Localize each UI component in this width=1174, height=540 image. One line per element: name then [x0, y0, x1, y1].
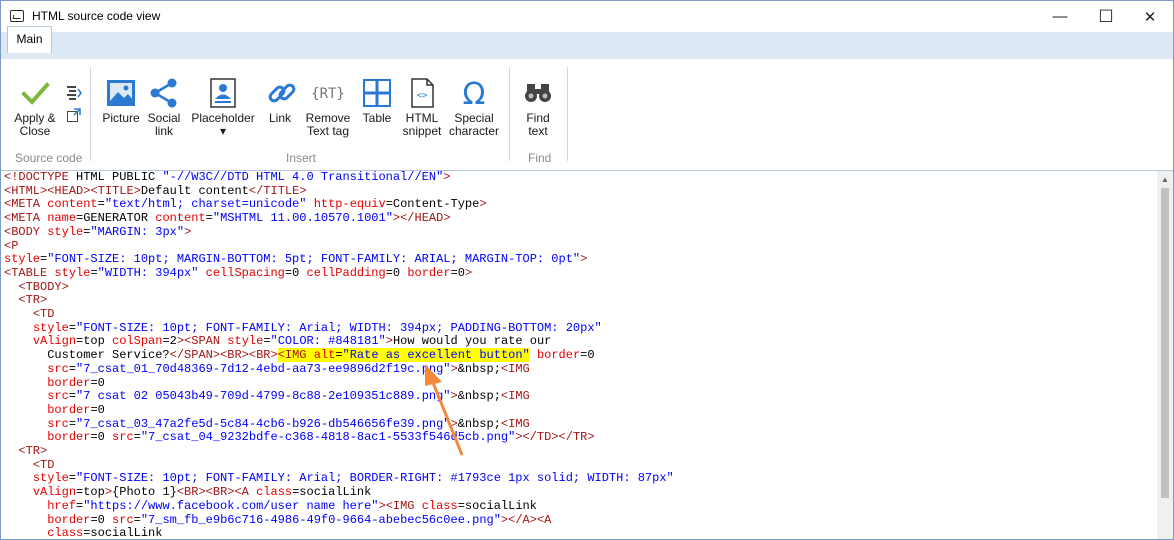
- app-icon: [10, 10, 24, 22]
- ribbon-tab-strip: [1, 32, 1173, 60]
- code-line: border=0 src="7_sm_fb_e9b6c716-4986-49f0…: [47, 512, 552, 527]
- code-line: <!DOCTYPE HTML PUBLIC "-//W3C//DTD HTML …: [4, 171, 451, 184]
- special-character-button[interactable]: Ω Special character: [448, 77, 500, 138]
- svg-text:<>: <>: [417, 91, 428, 101]
- remove-text-tag-label: Remove Text tag: [305, 111, 351, 138]
- table-button[interactable]: Table: [360, 77, 394, 125]
- link-label: Link: [268, 111, 291, 125]
- group-separator: [509, 67, 510, 161]
- table-label: Table: [362, 111, 392, 125]
- scroll-up-icon[interactable]: ▲: [1161, 175, 1169, 184]
- vertical-scrollbar[interactable]: ▲: [1157, 171, 1173, 539]
- code-line: src="7 csat 02 05043b49-709d-4799-8c88-2…: [47, 389, 530, 404]
- title-bar: HTML source code view — ☐ ✕: [1, 1, 1173, 32]
- open-external-icon[interactable]: [66, 107, 82, 123]
- picture-icon: [105, 77, 137, 109]
- tab-main[interactable]: Main: [7, 26, 52, 53]
- group-separator: [90, 67, 91, 161]
- group-label-source-code: Source code: [15, 151, 83, 165]
- special-character-label: Special character: [448, 111, 500, 138]
- code-line: src="7_csat_01_70d48369-7d12-4ebd-aa73-e…: [47, 361, 530, 376]
- html-source-window: HTML source code view — ☐ ✕ Main Apply &…: [0, 0, 1174, 540]
- find-text-button[interactable]: Find text: [521, 77, 555, 138]
- maximize-button[interactable]: ☐: [1083, 1, 1129, 32]
- ribbon: Apply & Close Source code Picture Social…: [1, 59, 1173, 171]
- code-line: <META content="text/html; charset=unicod…: [4, 197, 487, 212]
- code-line: vAlign=top colSpan=2><SPAN style="COLOR:…: [32, 334, 552, 349]
- code-line: href="https://www.facebook.com/user name…: [47, 498, 537, 513]
- placeholder-button[interactable]: Placeholder ▾: [189, 77, 257, 138]
- svg-text:Ω: Ω: [463, 77, 486, 109]
- group-label-find: Find: [528, 151, 552, 165]
- format-code-icon[interactable]: [66, 85, 82, 101]
- code-line: style="FONT-SIZE: 10pt; FONT-FAMILY: Ari…: [32, 320, 602, 335]
- table-icon: [361, 77, 393, 109]
- remove-text-tag-icon: {RT}: [311, 77, 345, 109]
- source-code-editor[interactable]: <!DOCTYPE HTML PUBLIC "-//W3C//DTD HTML …: [1, 171, 1157, 539]
- code-line: <TABLE style="WIDTH: 394px" cellSpacing=…: [4, 265, 473, 280]
- group-separator: [567, 67, 568, 161]
- omega-icon: Ω: [458, 77, 490, 112]
- placeholder-label: Placeholder ▾: [191, 111, 255, 138]
- html-snippet-icon: <>: [406, 77, 438, 109]
- code-line: src="7_csat_03_47a2fe5d-5c84-4cb6-b926-d…: [47, 416, 530, 431]
- code-line: border=0: [47, 375, 105, 390]
- apply-close-label: Apply & Close: [14, 111, 56, 138]
- picture-button[interactable]: Picture: [102, 77, 140, 125]
- remove-text-tag-button[interactable]: {RT} Remove Text tag: [303, 77, 353, 138]
- code-line: <P: [4, 238, 19, 253]
- link-icon: [266, 77, 298, 109]
- code-line: <HTML><HEAD><TITLE>Default content</TITL…: [4, 183, 307, 198]
- window-title: HTML source code view: [32, 9, 161, 23]
- code-line: <TR>: [18, 444, 48, 459]
- code-line: <BODY style="MARGIN: 3px">: [4, 224, 192, 239]
- code-line: <TD: [32, 457, 55, 472]
- group-label-insert: Insert: [286, 151, 317, 165]
- code-line: <META name=GENERATOR content="MSHTML 11.…: [4, 211, 451, 226]
- share-icon: [148, 77, 180, 109]
- minimize-button[interactable]: —: [1037, 1, 1083, 32]
- html-snippet-button[interactable]: <> HTML snippet: [400, 77, 444, 138]
- code-line: <TBODY>: [18, 279, 69, 294]
- code-line: <TD: [32, 307, 55, 322]
- social-link-label: Social link: [147, 111, 181, 138]
- placeholder-icon: [207, 77, 239, 109]
- code-line: border=0 src="7_csat_04_9232bdfe-c368-48…: [47, 430, 595, 445]
- close-button[interactable]: ✕: [1127, 1, 1173, 32]
- code-line: border=0: [47, 402, 105, 417]
- binoculars-icon: [522, 77, 554, 109]
- code-line: style="FONT-SIZE: 10pt; FONT-FAMILY: Ari…: [32, 471, 674, 486]
- social-link-button[interactable]: Social link: [146, 77, 182, 138]
- highlighted-img-tag: <IMG alt="Rate as excellent button": [277, 348, 530, 363]
- code-line: style="FONT-SIZE: 10pt; MARGIN-BOTTOM: 5…: [4, 252, 588, 267]
- code-line: class=socialLink: [47, 526, 163, 539]
- code-text[interactable]: <!DOCTYPE HTML PUBLIC "-//W3C//DTD HTML …: [1, 171, 1157, 539]
- check-icon: [19, 77, 51, 109]
- code-line: Customer Service?</SPAN><BR><BR><IMG alt…: [4, 348, 595, 363]
- link-button[interactable]: Link: [266, 77, 296, 125]
- picture-label: Picture: [102, 111, 140, 125]
- code-line: <TR>: [18, 293, 48, 308]
- apply-close-button[interactable]: Apply & Close: [10, 77, 60, 138]
- code-line: vAlign=top>{Photo 1}<BR><BR><A class=soc…: [32, 485, 372, 500]
- scrollbar-thumb[interactable]: [1161, 188, 1169, 498]
- html-snippet-label: HTML snippet: [402, 111, 442, 138]
- find-text-label: Find text: [526, 111, 550, 138]
- svg-text:{RT}: {RT}: [312, 86, 344, 102]
